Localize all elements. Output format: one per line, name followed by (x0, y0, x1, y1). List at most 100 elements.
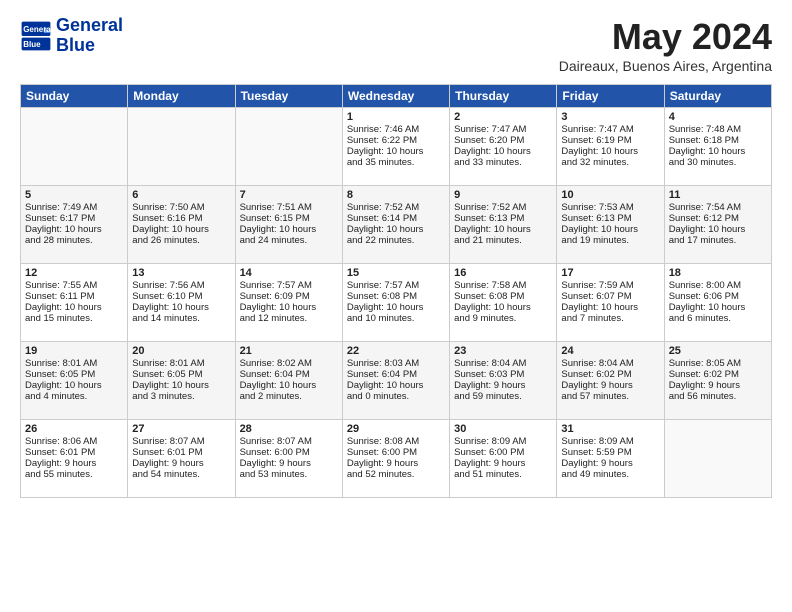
calendar-week-row: 19Sunrise: 8:01 AMSunset: 6:05 PMDayligh… (21, 342, 772, 420)
calendar-day-cell: 20Sunrise: 8:01 AMSunset: 6:05 PMDayligh… (128, 342, 235, 420)
day-info-line: and 53 minutes. (240, 469, 338, 480)
day-info-line: Sunset: 6:03 PM (454, 369, 552, 380)
day-info-line: Sunset: 6:08 PM (347, 291, 445, 302)
calendar-day-cell: 21Sunrise: 8:02 AMSunset: 6:04 PMDayligh… (235, 342, 342, 420)
day-info-line: Sunrise: 7:47 AM (561, 124, 659, 135)
calendar-day-cell: 1Sunrise: 7:46 AMSunset: 6:22 PMDaylight… (342, 108, 449, 186)
day-info-line: and 12 minutes. (240, 313, 338, 324)
day-info-line: Daylight: 10 hours (347, 302, 445, 313)
day-info-line: Daylight: 10 hours (240, 302, 338, 313)
calendar-day-cell: 3Sunrise: 7:47 AMSunset: 6:19 PMDaylight… (557, 108, 664, 186)
day-number: 5 (25, 189, 123, 201)
day-info-line: Daylight: 10 hours (240, 224, 338, 235)
calendar-day-cell: 17Sunrise: 7:59 AMSunset: 6:07 PMDayligh… (557, 264, 664, 342)
day-info-line: Sunset: 6:04 PM (347, 369, 445, 380)
day-info-line: Sunset: 6:10 PM (132, 291, 230, 302)
day-number: 16 (454, 267, 552, 279)
day-info-line: and 28 minutes. (25, 235, 123, 246)
day-info-line: Daylight: 10 hours (669, 224, 767, 235)
day-info-line: Sunset: 6:08 PM (454, 291, 552, 302)
calendar-day-cell: 5Sunrise: 7:49 AMSunset: 6:17 PMDaylight… (21, 186, 128, 264)
calendar-day-cell: 15Sunrise: 7:57 AMSunset: 6:08 PMDayligh… (342, 264, 449, 342)
calendar-day-header-sunday: Sunday (21, 85, 128, 108)
page: General Blue General Blue May 2024 Daire… (0, 0, 792, 612)
day-number: 27 (132, 423, 230, 435)
day-info-line: and 26 minutes. (132, 235, 230, 246)
day-info-line: Sunset: 6:09 PM (240, 291, 338, 302)
day-info-line: Sunset: 6:05 PM (25, 369, 123, 380)
day-number: 30 (454, 423, 552, 435)
calendar-day-cell: 14Sunrise: 7:57 AMSunset: 6:09 PMDayligh… (235, 264, 342, 342)
header: General Blue General Blue May 2024 Daire… (20, 16, 772, 74)
day-info-line: Sunset: 6:13 PM (454, 213, 552, 224)
logo: General Blue General Blue (20, 16, 123, 56)
calendar-day-cell: 10Sunrise: 7:53 AMSunset: 6:13 PMDayligh… (557, 186, 664, 264)
day-info-line: Sunrise: 7:46 AM (347, 124, 445, 135)
day-info-line: Daylight: 9 hours (25, 458, 123, 469)
day-number: 19 (25, 345, 123, 357)
day-info-line: Sunset: 6:16 PM (132, 213, 230, 224)
day-info-line: Sunrise: 7:48 AM (669, 124, 767, 135)
day-info-line: Daylight: 10 hours (561, 146, 659, 157)
day-info-line: and 33 minutes. (454, 157, 552, 168)
day-number: 28 (240, 423, 338, 435)
logo-icon: General Blue (20, 20, 52, 52)
day-info-line: and 57 minutes. (561, 391, 659, 402)
day-number: 10 (561, 189, 659, 201)
day-info-line: Daylight: 10 hours (132, 302, 230, 313)
day-info-line: Daylight: 9 hours (561, 458, 659, 469)
day-info-line: Sunrise: 7:58 AM (454, 280, 552, 291)
day-number: 6 (132, 189, 230, 201)
day-number: 1 (347, 111, 445, 123)
day-number: 20 (132, 345, 230, 357)
day-number: 8 (347, 189, 445, 201)
day-info-line: and 59 minutes. (454, 391, 552, 402)
calendar-day-cell: 12Sunrise: 7:55 AMSunset: 6:11 PMDayligh… (21, 264, 128, 342)
day-info-line: and 3 minutes. (132, 391, 230, 402)
calendar-week-row: 12Sunrise: 7:55 AMSunset: 6:11 PMDayligh… (21, 264, 772, 342)
day-info-line: Sunrise: 8:01 AM (25, 358, 123, 369)
day-info-line: Daylight: 9 hours (454, 458, 552, 469)
day-info-line: and 21 minutes. (454, 235, 552, 246)
calendar-day-cell: 2Sunrise: 7:47 AMSunset: 6:20 PMDaylight… (450, 108, 557, 186)
day-info-line: and 19 minutes. (561, 235, 659, 246)
calendar-day-cell: 28Sunrise: 8:07 AMSunset: 6:00 PMDayligh… (235, 420, 342, 498)
calendar-empty-cell (128, 108, 235, 186)
logo-text-line2: Blue (56, 36, 123, 56)
day-info-line: Sunset: 6:15 PM (240, 213, 338, 224)
day-number: 23 (454, 345, 552, 357)
day-info-line: Sunrise: 7:59 AM (561, 280, 659, 291)
day-info-line: Daylight: 9 hours (454, 380, 552, 391)
month-year: May 2024 (559, 16, 772, 58)
day-number: 3 (561, 111, 659, 123)
day-info-line: Sunset: 6:02 PM (669, 369, 767, 380)
day-number: 21 (240, 345, 338, 357)
day-info-line: Daylight: 10 hours (347, 380, 445, 391)
day-info-line: Sunset: 6:17 PM (25, 213, 123, 224)
day-info-line: Sunrise: 8:08 AM (347, 436, 445, 447)
day-info-line: and 7 minutes. (561, 313, 659, 324)
day-info-line: Daylight: 10 hours (454, 146, 552, 157)
day-info-line: Sunrise: 7:55 AM (25, 280, 123, 291)
calendar-day-header-tuesday: Tuesday (235, 85, 342, 108)
day-info-line: Daylight: 10 hours (669, 146, 767, 157)
day-info-line: and 52 minutes. (347, 469, 445, 480)
day-info-line: Sunset: 6:11 PM (25, 291, 123, 302)
day-number: 17 (561, 267, 659, 279)
day-info-line: Sunset: 6:02 PM (561, 369, 659, 380)
day-info-line: Sunrise: 7:50 AM (132, 202, 230, 213)
day-info-line: Sunrise: 8:07 AM (132, 436, 230, 447)
calendar-day-cell: 7Sunrise: 7:51 AMSunset: 6:15 PMDaylight… (235, 186, 342, 264)
day-info-line: Daylight: 10 hours (25, 380, 123, 391)
calendar-day-header-wednesday: Wednesday (342, 85, 449, 108)
calendar-header-row: SundayMondayTuesdayWednesdayThursdayFrid… (21, 85, 772, 108)
day-info-line: and 51 minutes. (454, 469, 552, 480)
day-info-line: and 22 minutes. (347, 235, 445, 246)
day-info-line: Sunset: 6:04 PM (240, 369, 338, 380)
day-info-line: and 30 minutes. (669, 157, 767, 168)
day-info-line: Sunrise: 7:51 AM (240, 202, 338, 213)
calendar-day-cell: 8Sunrise: 7:52 AMSunset: 6:14 PMDaylight… (342, 186, 449, 264)
day-info-line: Sunrise: 7:52 AM (454, 202, 552, 213)
calendar-empty-cell (21, 108, 128, 186)
day-info-line: Sunrise: 7:56 AM (132, 280, 230, 291)
